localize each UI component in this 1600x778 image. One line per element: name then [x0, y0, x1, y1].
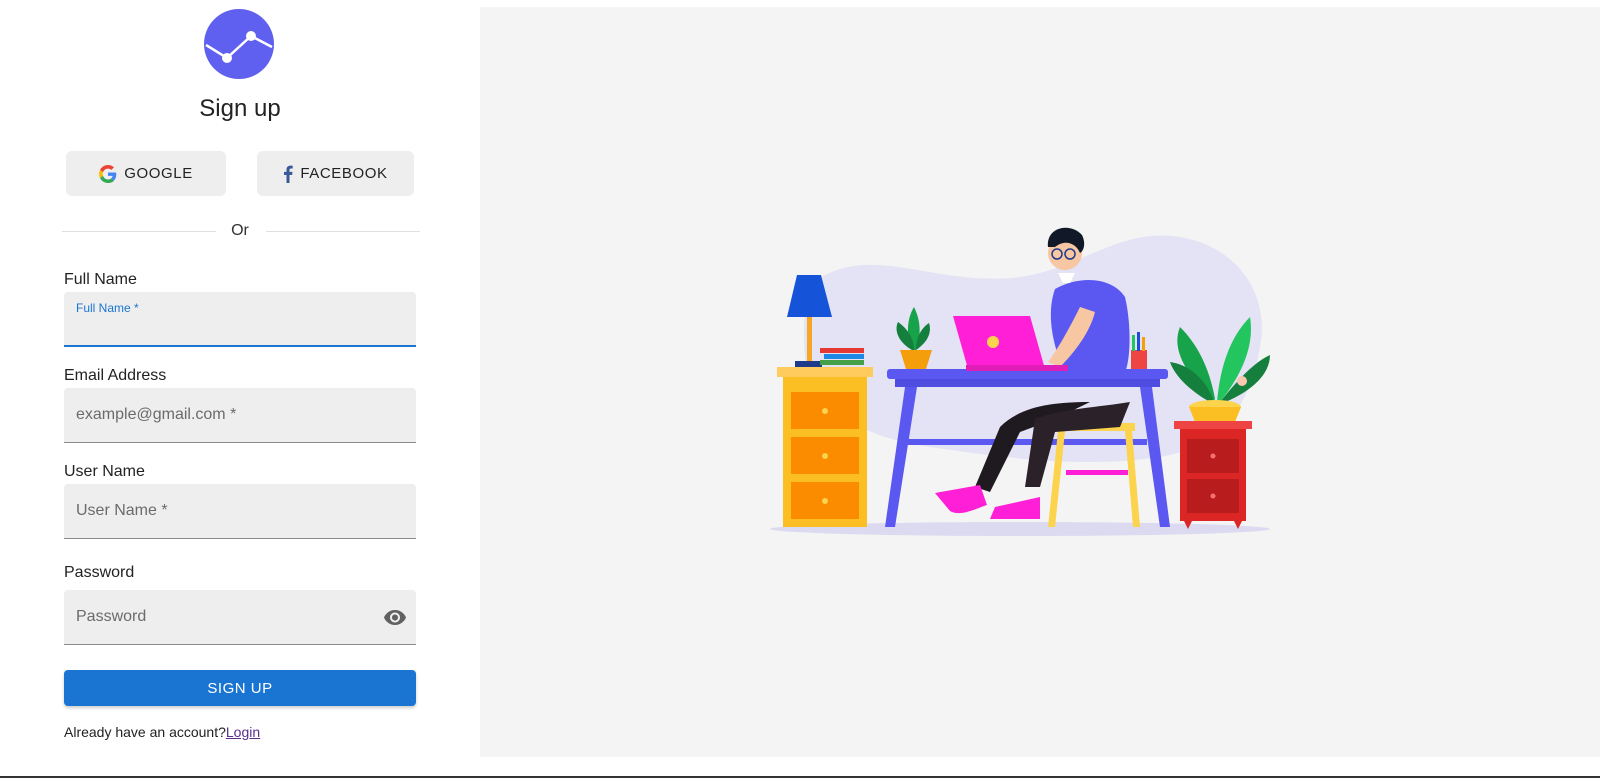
eye-icon[interactable]	[383, 608, 407, 626]
illustration-panel	[480, 7, 1600, 757]
facebook-f-icon	[283, 165, 294, 183]
full-name-input[interactable]: Full Name *	[64, 292, 416, 347]
person-at-desk-illustration	[770, 227, 1270, 536]
email-placeholder: example@gmail.com *	[76, 406, 237, 423]
full-name-label: Full Name	[64, 271, 137, 288]
divider-left	[62, 231, 216, 232]
username-input[interactable]: User Name *	[64, 484, 416, 539]
email-label: Email Address	[64, 367, 167, 384]
login-prompt-text: Already have an account?	[64, 724, 226, 740]
chart-line-logo-icon	[204, 9, 274, 79]
username-label: User Name	[64, 463, 145, 480]
email-input[interactable]: example@gmail.com *	[64, 388, 416, 443]
full-name-floating-label: Full Name *	[76, 301, 139, 315]
signup-form-panel: Sign up GOOGLE FACEBOOK Or Full Name Ful…	[0, 0, 470, 778]
page-title: Sign up	[199, 95, 281, 122]
divider-or-text: Or	[231, 222, 249, 239]
facebook-signup-button[interactable]: FACEBOOK	[257, 151, 414, 196]
password-input[interactable]: Password	[64, 590, 416, 645]
google-g-icon	[99, 164, 117, 183]
facebook-button-label: FACEBOOK	[300, 165, 388, 182]
signup-page: Sign up GOOGLE FACEBOOK Or Full Name Ful…	[0, 0, 1600, 778]
google-signup-button[interactable]: GOOGLE	[66, 151, 226, 196]
google-button-label: GOOGLE	[124, 165, 193, 182]
username-placeholder: User Name *	[76, 502, 168, 519]
divider-right	[266, 231, 420, 232]
password-placeholder: Password	[76, 608, 147, 625]
sign-up-button[interactable]: SIGN UP	[64, 670, 416, 706]
login-prompt: Already have an account?Login	[64, 724, 260, 740]
login-link[interactable]: Login	[226, 724, 260, 740]
password-label: Password	[64, 564, 135, 581]
